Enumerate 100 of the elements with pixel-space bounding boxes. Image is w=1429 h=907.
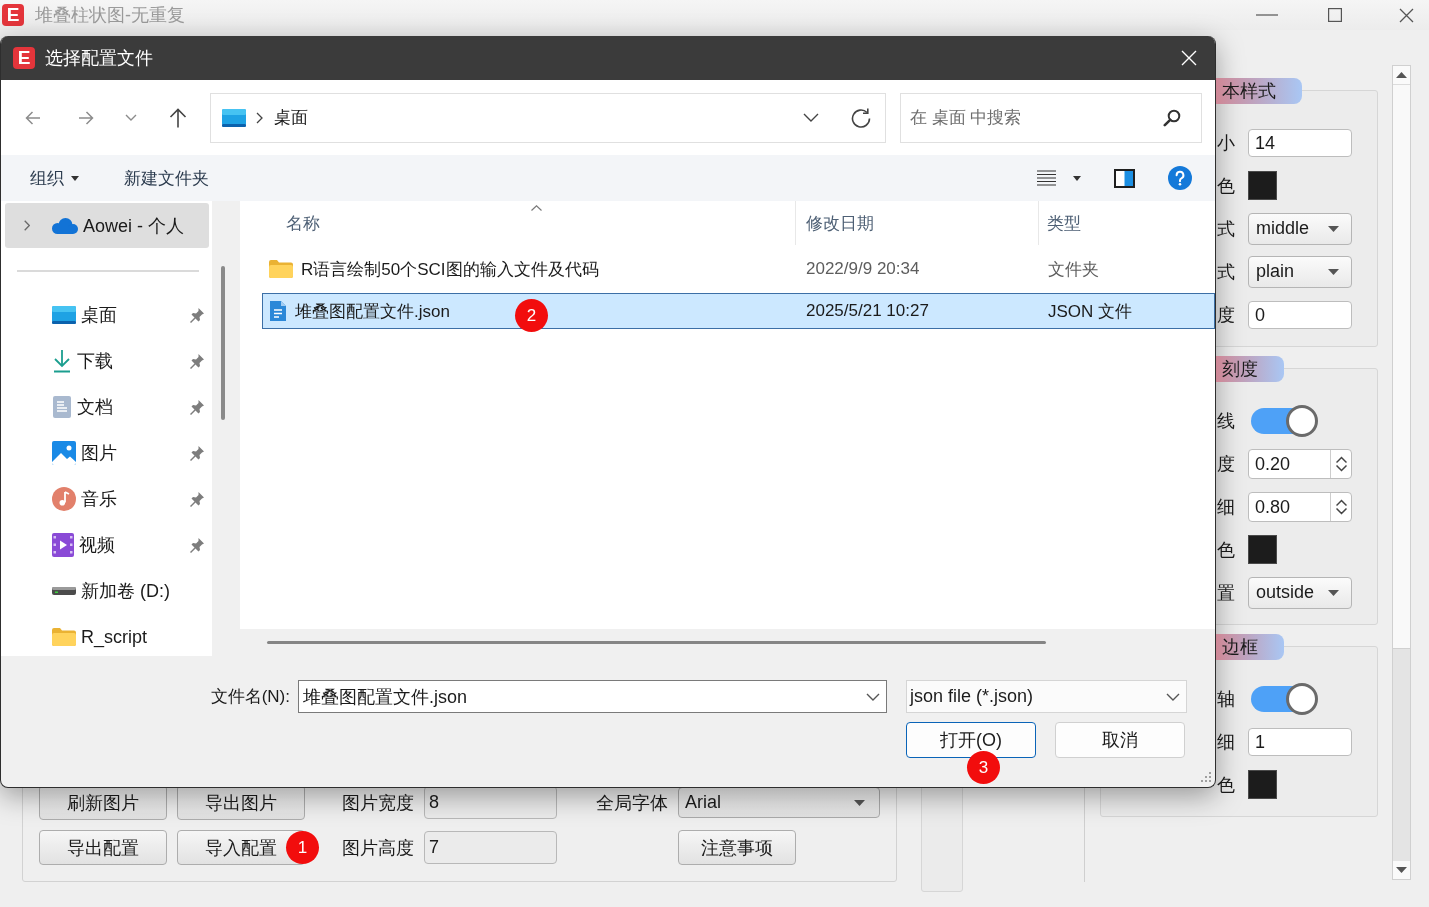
preview-pane-icon[interactable] xyxy=(1114,168,1135,188)
list-view-icon xyxy=(1037,170,1056,186)
sidebar-item[interactable]: Aowei - 个人 xyxy=(5,203,209,248)
maximize-icon xyxy=(1328,8,1342,22)
chevron-down-icon[interactable] xyxy=(803,113,819,122)
address-bar[interactable]: 桌面 xyxy=(210,92,886,143)
field-label: 色 xyxy=(1217,538,1235,562)
field-label: 线 xyxy=(1217,409,1235,433)
scrollbar-thumb[interactable] xyxy=(1393,84,1410,649)
sidebar-item[interactable]: 音乐 xyxy=(1,476,212,522)
dropdown[interactable]: outside xyxy=(1248,576,1352,609)
arrow-up-icon xyxy=(1396,72,1407,78)
picture-icon xyxy=(52,441,76,465)
spin-arrows-icon[interactable] xyxy=(1335,455,1347,472)
color-swatch[interactable] xyxy=(1248,535,1277,564)
field-label: 色 xyxy=(1217,773,1235,797)
number-field[interactable]: 0.80 xyxy=(1248,491,1352,522)
field-label: 置 xyxy=(1217,581,1235,605)
spin-arrows-icon[interactable] xyxy=(1335,498,1347,515)
field-label: 色 xyxy=(1217,174,1235,198)
toggle-switch[interactable] xyxy=(1251,404,1319,437)
drive-icon xyxy=(52,586,76,596)
file-icon xyxy=(269,300,287,322)
caret-icon xyxy=(1328,589,1339,596)
scroll-down-button[interactable] xyxy=(1393,861,1410,879)
dialog-button[interactable]: 打开(O) xyxy=(906,722,1036,758)
download-icon xyxy=(52,349,72,373)
scroll-up-button[interactable] xyxy=(1393,66,1410,84)
step-badge: 3 xyxy=(967,751,1000,784)
breadcrumb-link[interactable]: 桌面 xyxy=(274,106,308,129)
column-header[interactable]: 修改日期 xyxy=(795,201,1038,245)
music-icon xyxy=(52,487,76,511)
filename-field[interactable]: 堆叠图配置文件.json xyxy=(298,680,887,713)
file-type-dropdown[interactable]: json file (*.json) xyxy=(906,680,1187,713)
folder-icon xyxy=(269,260,293,278)
text-field[interactable]: 0 xyxy=(1248,300,1352,329)
chevron-right-icon[interactable] xyxy=(24,220,30,231)
cloud-icon xyxy=(52,217,78,234)
text-field[interactable]: 1 xyxy=(1248,727,1352,756)
group-title: 本样式 xyxy=(1216,78,1302,104)
color-swatch[interactable] xyxy=(1248,171,1277,200)
close-icon xyxy=(1181,50,1197,66)
sidebar-item[interactable]: 文档 xyxy=(1,384,212,430)
toggle-switch[interactable] xyxy=(1251,682,1319,715)
search-icon xyxy=(1163,108,1181,127)
file-row[interactable]: R语言绘制50个SCI图的输入文件及代码 2022/9/9 20:34 文件夹 xyxy=(262,251,1215,287)
text-field[interactable]: 14 xyxy=(1248,128,1352,157)
field-label: 细 xyxy=(1217,730,1235,754)
refresh-icon[interactable] xyxy=(851,107,871,128)
folder-icon xyxy=(52,628,76,646)
app-logo: E xyxy=(2,4,24,26)
search-field[interactable]: 在 桌面 中搜索 xyxy=(900,92,1202,143)
file-type: 文件夹 xyxy=(1048,258,1099,281)
group-title: 刻度 xyxy=(1216,356,1284,382)
close-icon xyxy=(1398,7,1414,23)
font-dropdown[interactable]: Arial xyxy=(678,787,880,818)
chevron-right-icon xyxy=(256,111,263,124)
help-icon[interactable] xyxy=(1168,166,1192,190)
field-label: 式 xyxy=(1217,217,1235,241)
number-field[interactable]: 8 xyxy=(424,786,557,819)
number-field[interactable]: 7 xyxy=(424,831,557,864)
desktop-icon xyxy=(52,306,76,324)
sidebar-item[interactable]: 下载 xyxy=(1,338,212,384)
chevron-down-icon[interactable] xyxy=(866,692,880,701)
scrollbar-thumb[interactable] xyxy=(221,266,225,420)
column-header[interactable]: 名称 xyxy=(240,201,795,245)
file-name: 堆叠图配置文件.json xyxy=(295,300,450,323)
column-header[interactable]: 类型 xyxy=(1038,201,1215,245)
sidebar-item[interactable]: 视频 xyxy=(1,522,212,568)
caret-icon xyxy=(854,799,865,806)
field-label: 文件名(N): xyxy=(210,686,290,708)
arrow-down-icon xyxy=(1396,867,1407,873)
sidebar-item[interactable]: 桌面 xyxy=(1,292,212,338)
toolbar-button[interactable]: 新建文件夹 xyxy=(124,166,209,190)
file-type: JSON 文件 xyxy=(1048,300,1133,323)
modified-date: 2025/5/21 10:27 xyxy=(806,301,929,321)
view-menu-button[interactable] xyxy=(1037,170,1081,186)
caret-icon xyxy=(1073,175,1081,181)
arrow-left-icon[interactable] xyxy=(25,110,41,125)
group-title: 边框 xyxy=(1216,634,1284,660)
dialog-button[interactable]: 取消 xyxy=(1055,722,1185,758)
field-label: 小 xyxy=(1217,131,1235,155)
resize-grip-icon[interactable] xyxy=(1200,771,1212,783)
number-field[interactable]: 0.20 xyxy=(1248,448,1352,479)
color-swatch[interactable] xyxy=(1248,770,1277,799)
action-button[interactable]: 导出配置 xyxy=(39,830,167,865)
dropdown[interactable]: middle xyxy=(1248,212,1352,245)
dropdown[interactable]: plain xyxy=(1248,255,1352,288)
sort-caret-icon xyxy=(530,205,542,211)
scrollbar-thumb[interactable] xyxy=(267,641,1046,644)
desktop-icon xyxy=(222,108,246,127)
file-row[interactable]: 堆叠图配置文件.json 2 2025/5/21 10:27 JSON 文件 xyxy=(262,293,1215,329)
action-button[interactable]: 注意事项 xyxy=(678,830,796,865)
sidebar-item[interactable]: R_script xyxy=(1,614,212,656)
toolbar-button[interactable]: 组织 xyxy=(30,166,79,190)
sidebar-item[interactable]: 图片 xyxy=(1,430,212,476)
arrow-up-icon[interactable] xyxy=(169,107,187,128)
sidebar-item[interactable]: 新加卷 (D:) xyxy=(1,568,212,614)
arrow-right-icon[interactable] xyxy=(78,110,94,125)
caret-icon xyxy=(1328,268,1339,275)
